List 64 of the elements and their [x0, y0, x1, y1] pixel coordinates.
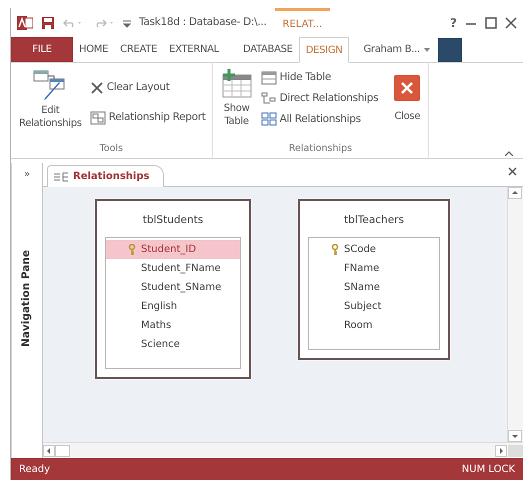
table-window[interactable]: tblStudents Student_ID Student_FName Student_SName English Maths Science	[95, 199, 251, 379]
ribbon-tab[interactable]: EXTERNAL	[163, 37, 225, 62]
all-relationships-icon	[260, 112, 277, 126]
ribbon-tab[interactable]: HOME	[73, 37, 114, 62]
scroll-down-icon[interactable]	[508, 430, 522, 442]
relationship-report-icon	[90, 110, 106, 125]
ribbon-tab[interactable]: DATABASE	[236, 37, 299, 62]
direct-relationships-icon	[260, 92, 277, 106]
help-button[interactable]: ?	[450, 14, 457, 32]
user-name: Graham B...	[363, 43, 420, 57]
field-row[interactable]: Subject	[309, 296, 439, 316]
field-row[interactable]: FName	[309, 258, 439, 278]
status-text: Ready	[19, 462, 50, 476]
file-tab[interactable]: FILE	[11, 37, 73, 62]
horizontal-scrollbar[interactable]	[43, 442, 523, 458]
ribbon-button[interactable]: Edit Relationships	[17, 67, 84, 142]
scroll-up-icon[interactable]	[508, 187, 522, 199]
field-row[interactable]: Room	[309, 316, 439, 335]
field-row[interactable]: SName	[309, 278, 439, 297]
field-row[interactable]: Student_FName	[106, 258, 240, 278]
table-title: tblStudents	[142, 213, 204, 228]
hide-table-icon	[260, 70, 277, 85]
status-indicator: NUM LOCK	[462, 462, 515, 476]
document-tab[interactable]: Relationships	[47, 165, 164, 187]
customize-toolbar-icon[interactable]	[123, 18, 131, 28]
vertical-scrollbar[interactable]	[507, 187, 523, 442]
field-row[interactable]: Student_SName	[106, 278, 240, 297]
ribbon-button[interactable]: All Relationships	[260, 110, 378, 128]
key-icon	[331, 244, 339, 255]
scroll-right-icon[interactable]	[495, 444, 523, 456]
maximize-icon[interactable]	[485, 16, 497, 28]
field-row[interactable]: Maths	[106, 316, 240, 335]
app-icon[interactable]	[17, 14, 33, 30]
caret-icon[interactable]	[424, 48, 430, 52]
user-avatar[interactable]	[438, 38, 462, 62]
close-icon	[394, 75, 420, 101]
table-window[interactable]: tblTeachers SCode FName SName Subject Room	[298, 199, 450, 360]
ribbon-button[interactable]: Show Table	[218, 67, 255, 142]
clear-layout-icon	[90, 80, 104, 95]
ribbon-button[interactable]: Hide Table	[260, 69, 378, 87]
show-table-icon	[220, 69, 253, 99]
relationships-icon	[54, 172, 68, 182]
close-icon[interactable]	[505, 16, 517, 28]
ribbon-button[interactable]: Relationship Report	[90, 108, 206, 126]
group-label: Tools	[98, 142, 124, 156]
field-row[interactable]: SCode	[309, 240, 439, 259]
expand-toggle[interactable]: »	[24, 163, 30, 186]
ribbon-button[interactable]: Close	[384, 67, 422, 142]
scroll-left-icon[interactable]	[43, 444, 71, 456]
ribbon-button[interactable]: Clear Layout	[90, 79, 206, 97]
save-icon[interactable]	[41, 16, 55, 30]
group-label: Relationships	[288, 142, 354, 156]
field-row[interactable]: English	[106, 296, 240, 316]
ribbon-button[interactable]: Direct Relationships	[260, 90, 378, 108]
key-icon	[128, 244, 136, 255]
ribbon-tab[interactable]: DESIGN	[298, 37, 350, 63]
table-title: tblTeachers	[343, 213, 405, 228]
field-row[interactable]: Student_ID	[106, 240, 240, 259]
pane-label: Navigation Pane	[19, 250, 34, 347]
window-title: Task18d : Database- D:\...	[139, 14, 267, 30]
collapse-ribbon-icon[interactable]	[505, 151, 513, 156]
field-row[interactable]: Science	[106, 334, 240, 354]
close-icon[interactable]	[508, 167, 517, 176]
ribbon-tab[interactable]: CREATE	[114, 37, 164, 62]
